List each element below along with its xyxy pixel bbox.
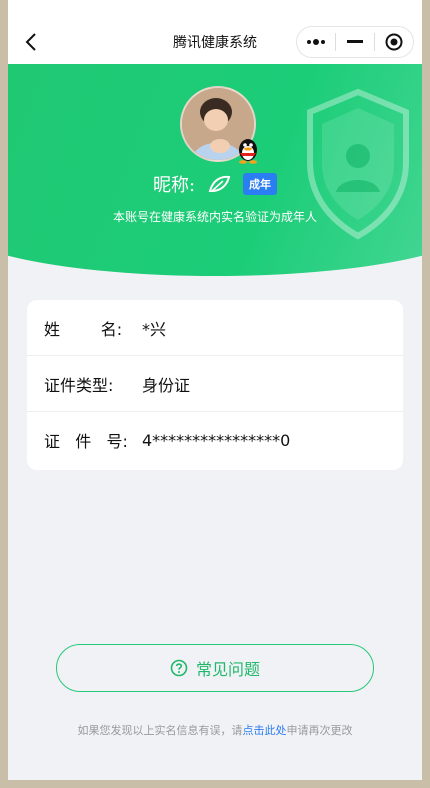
question-circle-icon [170, 659, 188, 677]
footer-suffix: 申请再次更改 [286, 724, 353, 737]
name-value: *兴 [142, 319, 167, 339]
qq-penguin-icon [239, 139, 257, 164]
app-frame: 腾讯健康系统 昵称: 成年 本账号在健康系统内实名验证为成年人 姓 名: *兴 … [8, 0, 422, 780]
miniprogram-capsule [296, 26, 414, 58]
correction-link[interactable]: 点击此处 [243, 724, 287, 737]
faq-button[interactable]: 常见问题 [56, 644, 374, 692]
identity-info-card: 姓 名: *兴 证件类型: 身份证 证 件 号: 4**************… [27, 300, 403, 470]
info-row-id-type: 证件类型: 身份证 [27, 356, 403, 412]
minimize-icon [347, 40, 363, 43]
faq-label: 常见问题 [195, 660, 260, 679]
leaf-nickname-icon [208, 175, 231, 192]
id-type-value: 身份证 [142, 375, 191, 395]
nickname-label: 昵称: [152, 175, 196, 196]
navigation-bar: 腾讯健康系统 [8, 0, 422, 64]
adult-badge: 成年 [243, 173, 278, 195]
footer-prefix: 如果您发现以上实名信息有误，请 [77, 724, 243, 737]
more-icon [307, 39, 326, 45]
id-number-value: 4****************0 [142, 430, 291, 450]
info-row-name: 姓 名: *兴 [27, 300, 403, 356]
more-button[interactable] [297, 27, 335, 57]
target-icon [385, 33, 403, 51]
id-type-label: 证件类型: [44, 375, 114, 395]
name-label: 姓 名: [44, 319, 123, 339]
id-number-label: 证 件 号: [44, 432, 128, 451]
footer-notice: 如果您发现以上实名信息有误，请点击此处申请再次更改 [8, 722, 422, 738]
info-row-id-number: 证 件 号: 4****************0 [27, 412, 403, 468]
minimize-button[interactable] [336, 27, 374, 57]
verification-subtitle: 本账号在健康系统内实名验证为成年人 [112, 210, 317, 224]
nickname-row: 昵称: 成年 [8, 172, 422, 196]
close-button[interactable] [375, 27, 413, 57]
